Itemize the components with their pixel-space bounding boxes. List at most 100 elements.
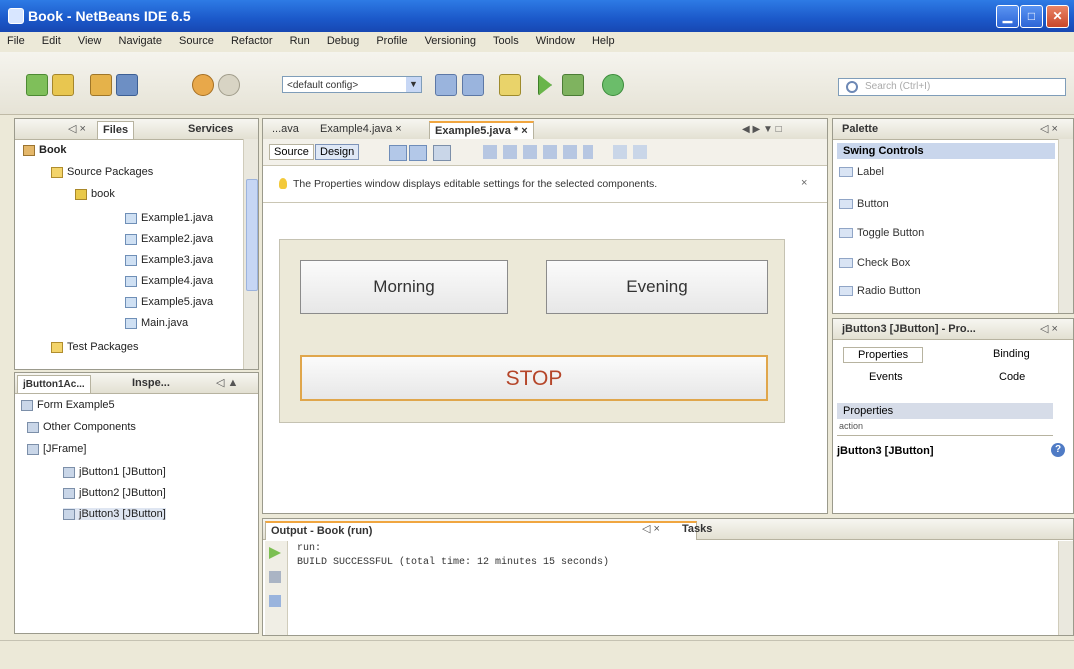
folder-icon (51, 166, 63, 178)
tab-example5[interactable]: Example5.java * × (429, 121, 534, 140)
menu-navigate[interactable]: Navigate (112, 32, 169, 47)
menu-help[interactable]: Help (585, 32, 622, 47)
inspector-tabstrip: jButton1Ac... Inspe... ◁ ▲ (15, 373, 258, 394)
tree-item-package[interactable]: book (75, 188, 115, 200)
source-view-button[interactable]: Source (269, 144, 314, 160)
menu-edit[interactable]: Edit (35, 32, 68, 47)
run-icon[interactable] (538, 74, 552, 96)
palette-category[interactable]: Swing Controls (837, 143, 1055, 159)
properties-section[interactable]: Properties (837, 403, 1053, 419)
tree-item-file[interactable]: Main.java (125, 317, 188, 329)
tree-item-jframe[interactable]: [JFrame] (27, 443, 86, 455)
tab-properties[interactable]: Properties (843, 347, 924, 363)
tree-item-file[interactable]: Example1.java (125, 212, 213, 224)
output-options-icon[interactable] (269, 595, 281, 607)
palette-item-check-box[interactable]: Check Box (839, 257, 910, 269)
clean-icon[interactable] (499, 74, 521, 96)
align-tools-icon[interactable] (483, 145, 593, 159)
maximize-button[interactable]: □ (1020, 5, 1043, 28)
tab-services[interactable]: Services (183, 121, 238, 138)
scrollbar-thumb[interactable] (246, 179, 258, 291)
output-scrollbar[interactable] (1058, 541, 1073, 635)
projects-tab-controls[interactable]: ◁ × (63, 121, 91, 138)
rerun-icon[interactable] (269, 547, 281, 559)
tree-item-file[interactable]: Example2.java (125, 233, 213, 245)
tab-tasks[interactable]: Tasks (677, 521, 717, 538)
selection-mode-icon[interactable] (389, 145, 407, 161)
tree-item-file[interactable]: Example5.java (125, 296, 213, 308)
help-icon[interactable]: ? (1051, 443, 1065, 457)
palette-item-button[interactable]: Button (839, 198, 889, 210)
menu-run[interactable]: Run (283, 32, 317, 47)
projects-scrollbar[interactable] (243, 139, 258, 369)
close-icon[interactable]: × (521, 125, 527, 137)
properties-controls[interactable]: ◁ × (1035, 321, 1063, 338)
menu-tools[interactable]: Tools (486, 32, 526, 47)
menu-window[interactable]: Window (529, 32, 582, 47)
redo-icon[interactable] (218, 74, 240, 96)
tree-item-jbutton1[interactable]: jButton1 [JButton] (63, 466, 166, 478)
tab-binding[interactable]: Binding (993, 348, 1030, 360)
tree-item-other-components[interactable]: Other Components (27, 421, 136, 433)
search-input[interactable]: Search (Ctrl+I) (838, 78, 1066, 96)
design-view-button[interactable]: Design (315, 144, 360, 160)
morning-button[interactable]: Morning (300, 260, 508, 314)
tab-output[interactable]: Output - Book (run) (265, 521, 697, 540)
editor-panel: ...ava Example4.java × Example5.java * ×… (262, 118, 828, 514)
new-file-icon[interactable] (26, 74, 48, 96)
configuration-select[interactable]: <default config> ▼ (282, 76, 422, 93)
palette-item-toggle-button[interactable]: Toggle Button (839, 227, 924, 239)
tree-item-file[interactable]: Example3.java (125, 254, 213, 266)
java-file-icon (125, 317, 137, 329)
folder-icon (51, 341, 63, 353)
menu-view[interactable]: View (71, 32, 109, 47)
tree-item-test-packages[interactable]: Test Packages (51, 341, 139, 353)
tree-item-form[interactable]: Form Example5 (21, 399, 115, 411)
java-file-icon (125, 275, 137, 287)
debug-icon[interactable] (562, 74, 584, 96)
menu-versioning[interactable]: Versioning (418, 32, 483, 47)
tab-inspector[interactable]: Inspe... (127, 375, 175, 392)
editor-tab-controls[interactable]: ◀ ▶ ▼ □ (737, 121, 787, 138)
menu-profile[interactable]: Profile (369, 32, 414, 47)
tab-example4[interactable]: Example4.java × (315, 121, 407, 138)
inspector-tab-controls[interactable]: ◁ ▲ (211, 375, 243, 392)
open-project-icon[interactable] (90, 74, 112, 96)
tab-action-handler[interactable]: jButton1Ac... (17, 375, 91, 393)
tab-events[interactable]: Events (869, 371, 903, 383)
tab-code[interactable]: Code (999, 371, 1025, 383)
stop-icon[interactable] (269, 571, 281, 583)
menu-source[interactable]: Source (172, 32, 221, 47)
save-all-icon[interactable] (116, 74, 138, 96)
tree-item-project[interactable]: Book (23, 144, 67, 156)
stop-button[interactable]: STOP (300, 355, 768, 401)
tree-item-source-packages[interactable]: Source Packages (51, 166, 153, 178)
close-button[interactable]: ✕ (1046, 5, 1069, 28)
evening-button[interactable]: Evening (546, 260, 768, 314)
minimize-button[interactable]: ▁ (996, 5, 1019, 28)
undo-icon[interactable] (192, 74, 214, 96)
build-icon[interactable] (435, 74, 457, 96)
tab-files[interactable]: Files (97, 121, 135, 139)
tree-item-jbutton3[interactable]: jButton3 [JButton] (63, 508, 166, 520)
close-icon[interactable]: × (395, 123, 401, 135)
palette-item-radio-button[interactable]: Radio Button (839, 285, 921, 297)
menu-file[interactable]: File (0, 32, 32, 47)
connection-mode-icon[interactable] (409, 145, 427, 161)
palette-item-label[interactable]: Label (839, 166, 884, 178)
tree-item-jbutton2[interactable]: jButton2 [JButton] (63, 487, 166, 499)
menu-refactor[interactable]: Refactor (224, 32, 280, 47)
profile-icon[interactable] (602, 74, 624, 96)
output-tab-controls[interactable]: ◁ × (637, 521, 665, 538)
tree-item-file[interactable]: Example4.java (125, 275, 213, 287)
palette-scrollbar[interactable] (1058, 139, 1073, 313)
java-file-icon (125, 233, 137, 245)
tab-editor-truncated[interactable]: ...ava (267, 121, 304, 138)
clean-build-icon[interactable] (462, 74, 484, 96)
new-project-icon[interactable] (52, 74, 74, 96)
info-close-icon[interactable]: × (801, 177, 807, 189)
palette-controls[interactable]: ◁ × (1035, 121, 1063, 138)
preview-design-icon[interactable] (433, 145, 451, 161)
menu-debug[interactable]: Debug (320, 32, 366, 47)
resize-tools-icon[interactable] (613, 145, 649, 159)
